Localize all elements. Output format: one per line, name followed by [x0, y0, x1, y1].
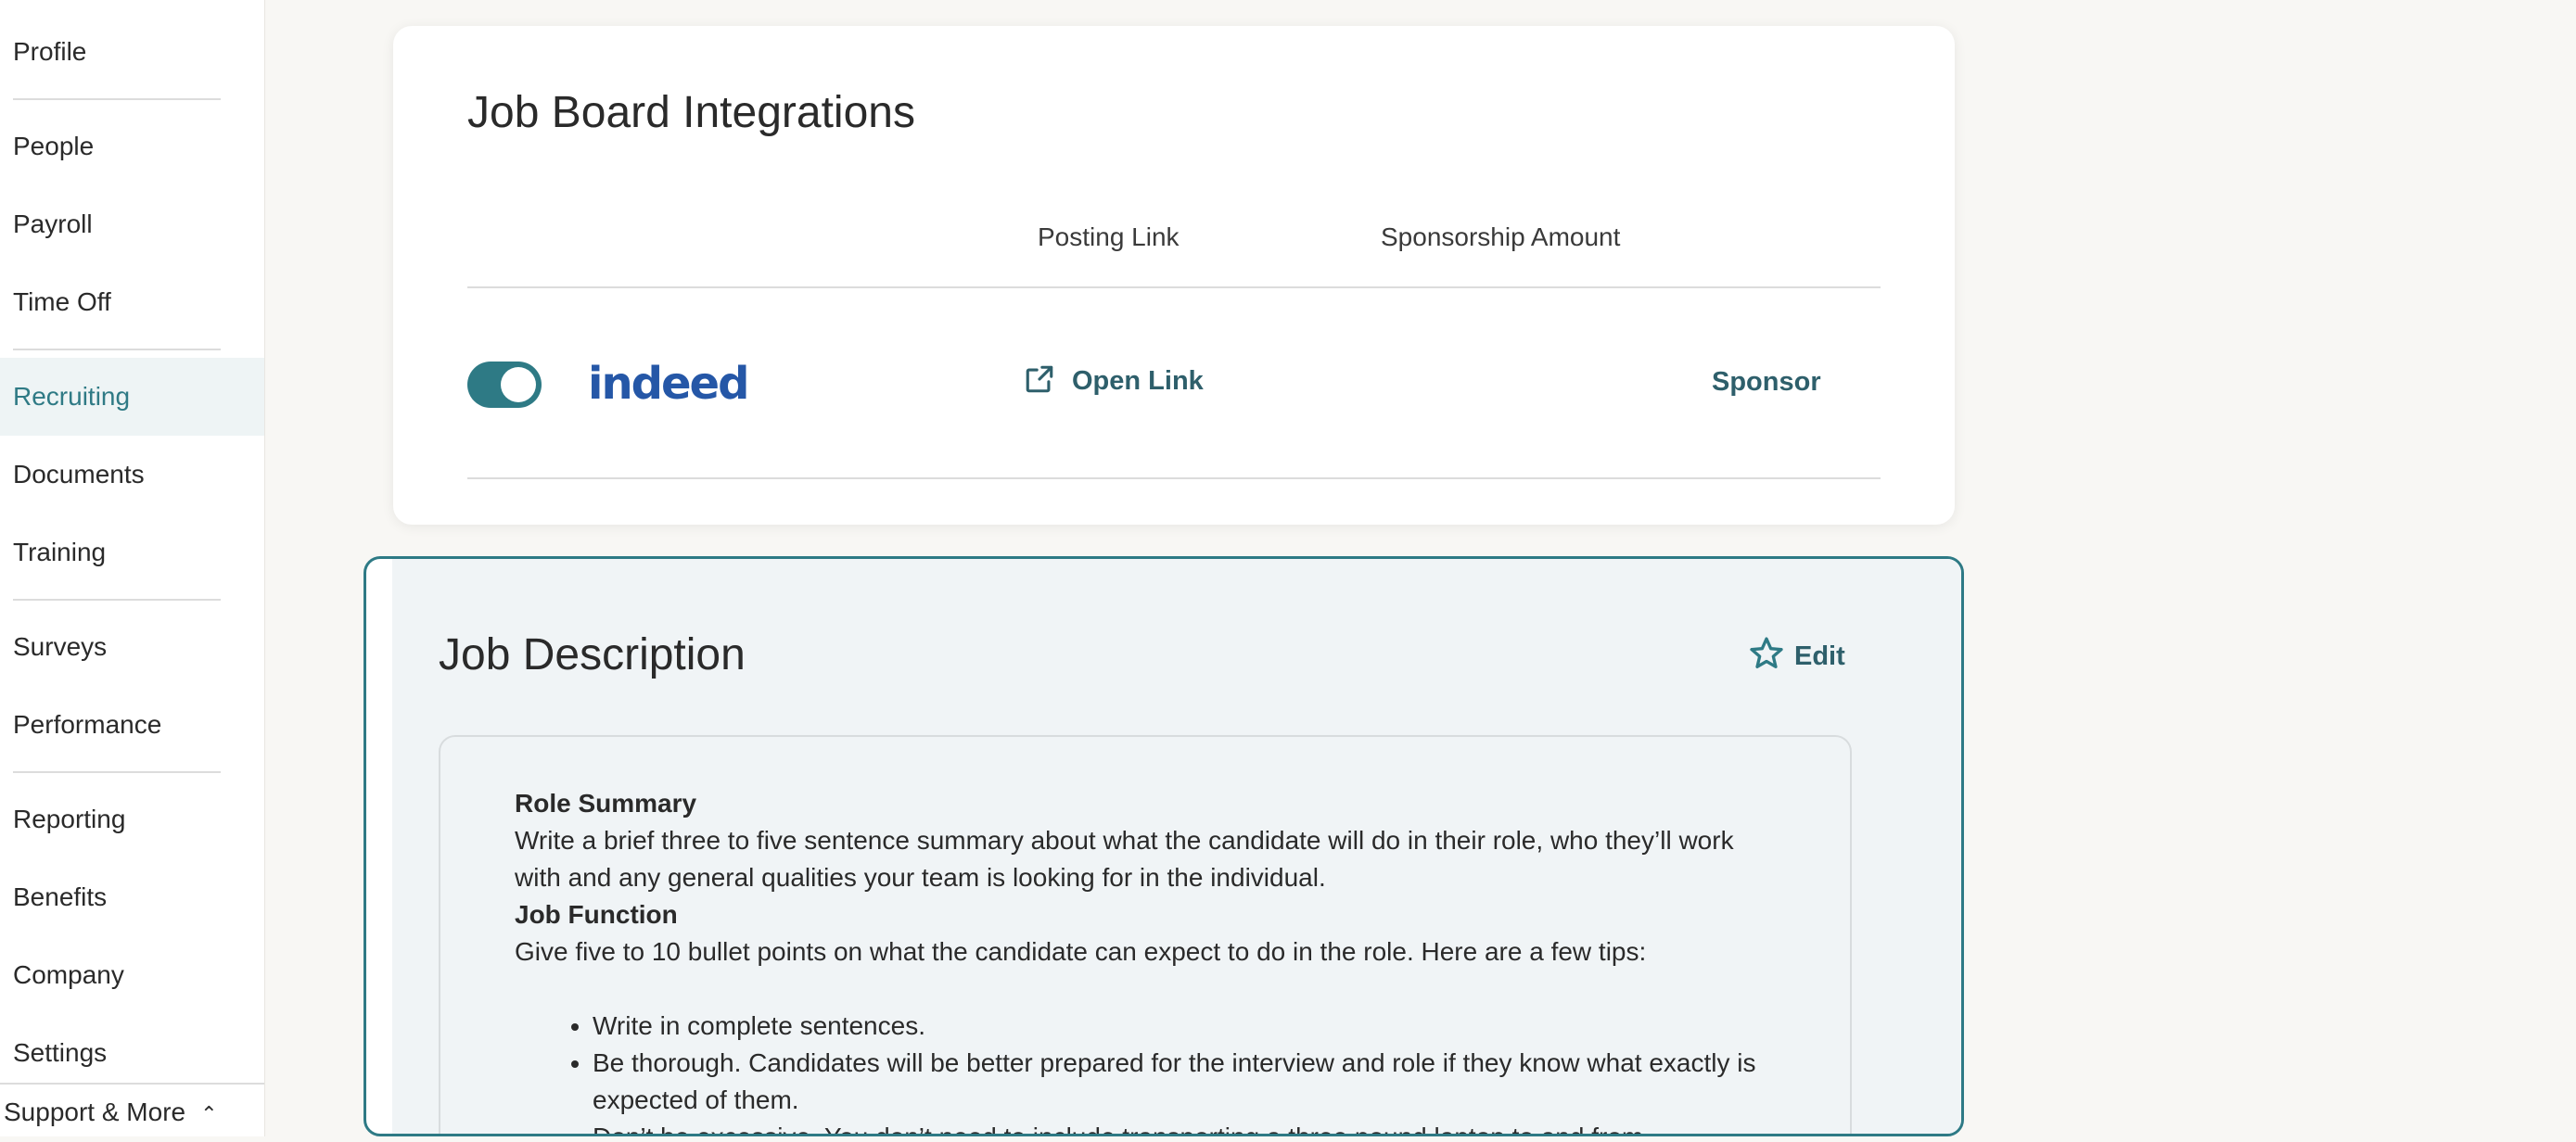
external-link-icon: [1026, 365, 1053, 393]
job-function-heading: Job Function: [515, 900, 678, 929]
sidebar-divider: [13, 98, 221, 100]
indeed-enable-toggle[interactable]: [467, 362, 542, 408]
sidebar-item-time-off[interactable]: Time Off: [0, 263, 264, 341]
job-function-bullets: Write in complete sentences. Be thorough…: [515, 1008, 1776, 1134]
chevron-up-icon: ⌃: [200, 1102, 218, 1125]
list-item: Be thorough. Candidates will be better p…: [593, 1045, 1776, 1119]
sponsorship-amount-column-header: Sponsorship Amount: [1381, 222, 1621, 251]
open-link-button[interactable]: Open Link: [1024, 363, 1204, 397]
sidebar-divider: [13, 771, 221, 773]
sidebar-divider: [13, 599, 221, 601]
open-link-label: Open Link: [1072, 366, 1204, 396]
sidebar-divider: [13, 349, 221, 350]
job-description-card: Job Description Edit Role Summary Write …: [392, 559, 1961, 1134]
job-description-section[interactable]: Job Description Edit Role Summary Write …: [363, 556, 1964, 1136]
sidebar-item-reporting[interactable]: Reporting: [0, 780, 264, 858]
sidebar-nav: Profile People Payroll Time Off Recruiti…: [0, 0, 265, 1136]
edit-button[interactable]: Edit: [1748, 635, 1845, 672]
edit-label: Edit: [1794, 641, 1845, 671]
job-description-editor[interactable]: Role Summary Write a brief three to five…: [439, 735, 1852, 1134]
sidebar-item-benefits[interactable]: Benefits: [0, 858, 264, 936]
job-description-title: Job Description: [439, 630, 746, 679]
sidebar-item-company[interactable]: Company: [0, 936, 264, 1014]
table-divider: [467, 477, 1881, 479]
sidebar-item-profile[interactable]: Profile: [0, 13, 264, 91]
sidebar-item-performance[interactable]: Performance: [0, 686, 264, 764]
list-item: Don’t be excessive. You don’t need to in…: [593, 1119, 1776, 1134]
support-label: Support & More: [4, 1098, 186, 1126]
job-function-text: Give five to 10 bullet points on what th…: [515, 937, 1647, 966]
sidebar-item-payroll[interactable]: Payroll: [0, 185, 264, 263]
job-board-title: Job Board Integrations: [467, 88, 915, 137]
job-board-integrations-card: Job Board Integrations Posting Link Spon…: [393, 26, 1955, 525]
role-summary-text: Write a brief three to five sentence sum…: [515, 826, 1734, 892]
posting-link-column-header: Posting Link: [1038, 222, 1180, 251]
sidebar-item-recruiting[interactable]: Recruiting: [0, 358, 264, 436]
sidebar-item-people[interactable]: People: [0, 108, 264, 185]
list-item: Write in complete sentences.: [593, 1008, 1776, 1045]
support-more-toggle[interactable]: Support & More ⌃: [0, 1083, 264, 1138]
table-divider: [467, 286, 1881, 288]
sidebar-item-training[interactable]: Training: [0, 514, 264, 591]
sidebar-item-documents[interactable]: Documents: [0, 436, 264, 514]
role-summary-heading: Role Summary: [515, 789, 697, 818]
sidebar-item-surveys[interactable]: Surveys: [0, 608, 264, 686]
star-icon: [1750, 637, 1783, 668]
sponsor-button[interactable]: Sponsor: [1712, 367, 1821, 398]
toggle-knob: [501, 367, 536, 402]
indeed-logo: indeed: [588, 358, 749, 410]
sidebar-item-settings[interactable]: Settings: [0, 1014, 264, 1092]
